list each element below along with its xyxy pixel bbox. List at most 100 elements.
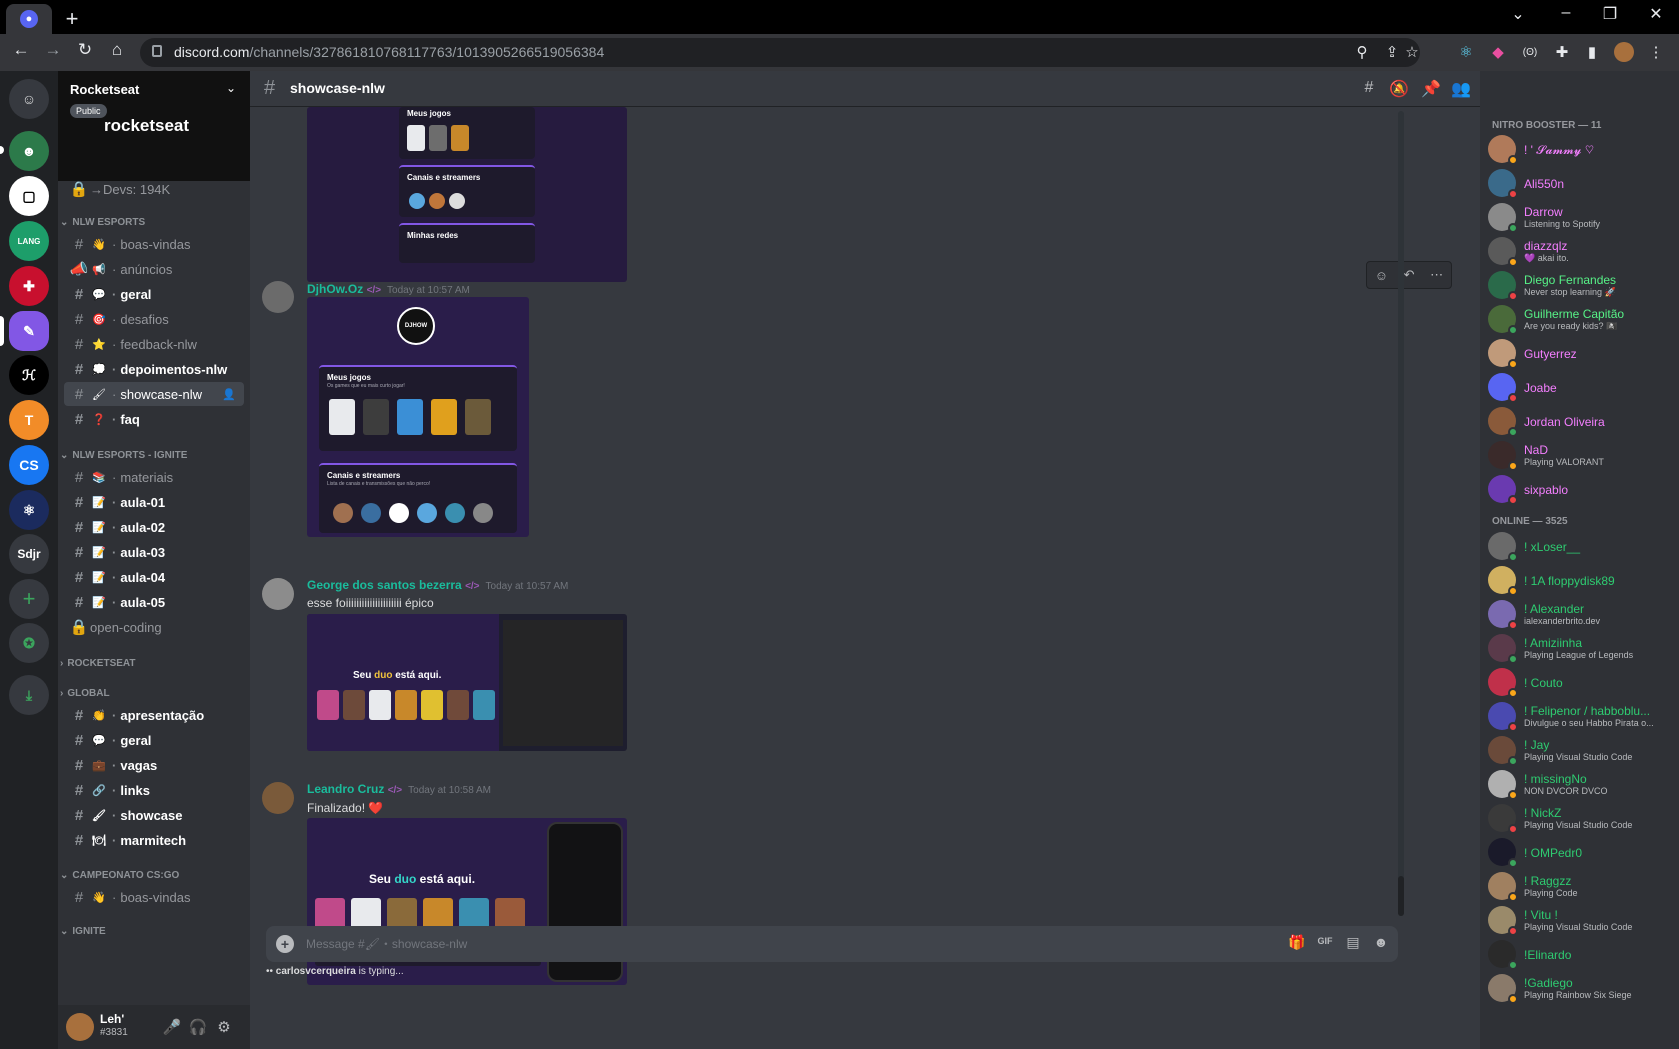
message-image-previous[interactable]: Meus jogos Canais e streamers Minhas red… — [307, 107, 627, 282]
category-ignite[interactable]: ⌄ IGNITE — [60, 926, 106, 937]
headphones-icon[interactable]: 🎧 — [188, 1018, 208, 1036]
member-item[interactable]: ! Raggzz Playing Code — [1488, 870, 1674, 904]
member-item[interactable]: ! 1A floppydisk89 — [1488, 564, 1674, 598]
avatar[interactable] — [262, 578, 294, 610]
mute-mic-icon[interactable]: 🎤 — [162, 1018, 182, 1036]
chat-scrollbar[interactable] — [1398, 111, 1404, 916]
channel-geral-global[interactable]: # 💬 · geral — [64, 728, 244, 752]
gift-icon[interactable]: 🎁 — [1286, 934, 1308, 951]
member-item[interactable]: Jordan Oliveira — [1488, 405, 1674, 439]
omnibox[interactable]: discord.com/channels/327861810768117763/… — [140, 38, 1420, 67]
discord-home-icon[interactable]: ☺ — [9, 79, 49, 119]
reload-button[interactable]: ↻ — [72, 40, 98, 60]
settings-gear-icon[interactable]: ⚙ — [214, 1018, 234, 1036]
server-icon-6[interactable]: ℋ — [9, 355, 49, 395]
member-item[interactable]: NaD Playing VALORANT — [1488, 439, 1674, 473]
cs-server-icon[interactable]: CS — [9, 445, 49, 485]
invite-icon[interactable]: 👤 — [222, 388, 236, 401]
channel-links[interactable]: # 🔗 · links — [64, 778, 244, 802]
member-item[interactable]: ! ' 𝓢𝓪𝓶𝓶𝔂 ♡ — [1488, 133, 1674, 167]
avatar[interactable] — [262, 281, 294, 313]
tensorflow-server-icon[interactable]: T — [9, 400, 49, 440]
member-list-icon[interactable]: 👥 — [1450, 79, 1472, 99]
uk-flag-server-icon[interactable]: ✚ — [9, 266, 49, 306]
bookmark-star-icon[interactable]: ☆ — [1402, 42, 1422, 62]
channel-devs-count[interactable]: 🔒 →Devs: 194K — [64, 177, 244, 201]
message-image[interactable]: Seu duo está aqui. — [307, 614, 627, 751]
sticker-icon[interactable]: ▤ — [1342, 934, 1364, 951]
channel-depoimentos-nlw[interactable]: # 💭 · depoimentos-nlw — [64, 357, 244, 381]
channel-aula-04[interactable]: # 📝 · aula-04 — [64, 565, 244, 589]
channel-aula-05[interactable]: # 📝 · aula-05 — [64, 590, 244, 614]
message-author[interactable]: DjhOw.Oz </> Today at 10:57 AM — [307, 282, 470, 296]
member-item[interactable]: ! Vitu ! Playing Visual Studio Code — [1488, 904, 1674, 938]
add-server-icon[interactable]: + — [9, 579, 49, 619]
member-item[interactable]: Guilherme Capitão Are you ready kids? 🏴‍☠… — [1488, 303, 1674, 337]
member-item[interactable]: ! Jay Playing Visual Studio Code — [1488, 734, 1674, 768]
channel-showcase[interactable]: # 🖌 · showcase — [64, 803, 244, 827]
channel-showcase-nlw[interactable]: # 🖌 · showcase-nlw 👤 — [64, 382, 244, 406]
emoji-picker-icon[interactable]: ☻ — [1370, 934, 1392, 950]
rocketseat-server-icon[interactable]: ✎ — [9, 311, 49, 351]
more-options-icon[interactable]: ⋯ — [1430, 267, 1443, 283]
member-item[interactable]: ! Couto — [1488, 666, 1674, 700]
channel-aula-02[interactable]: # 📝 · aula-02 — [64, 515, 244, 539]
category-global[interactable]: › GLOBAL — [60, 688, 110, 699]
member-item[interactable]: ! xLoser__ — [1488, 530, 1674, 564]
channel-feedback-nlw[interactable]: # ⭐ · feedback-nlw — [64, 332, 244, 356]
reply-icon[interactable]: ↶ — [1404, 267, 1415, 283]
tab-search-icon[interactable]: ⌄ — [1498, 4, 1538, 24]
category-rocketseat[interactable]: › ROCKETSEAT — [60, 658, 136, 669]
member-item[interactable]: diazzqlz 💜 akai ito. — [1488, 235, 1674, 269]
extension-icon[interactable]: (ʘ) — [1520, 42, 1540, 62]
home-button[interactable]: ⌂ — [104, 40, 130, 60]
member-item[interactable]: ! Amiziinha Playing League of Legends — [1488, 632, 1674, 666]
channel-aula-01[interactable]: # 📝 · aula-01 — [64, 490, 244, 514]
channel-faq[interactable]: # ❓ · faq — [64, 407, 244, 431]
profile-avatar[interactable] — [1614, 42, 1634, 62]
close-window-button[interactable]: ✕ — [1636, 4, 1676, 24]
message-image[interactable]: DJHOW Meus jogos Os games que eu mais cu… — [307, 297, 529, 537]
channel-boas-vindas[interactable]: # 👋 · boas-vindas — [64, 232, 244, 256]
url-text[interactable]: discord.com/channels/327861810768117763/… — [174, 44, 604, 60]
member-item[interactable]: ! NickZ Playing Visual Studio Code — [1488, 802, 1674, 836]
member-item[interactable]: Gutyerrez — [1488, 337, 1674, 371]
share-icon[interactable]: ⇪ — [1382, 42, 1402, 62]
browser-tab[interactable]: ● — [6, 4, 52, 34]
react-server-icon[interactable]: ⚛ — [9, 490, 49, 530]
pin-icon[interactable]: 📌 — [1420, 79, 1442, 99]
threads-icon[interactable]: # — [1358, 79, 1380, 97]
sidebar-icon[interactable]: ▮ — [1582, 42, 1602, 62]
explore-servers-icon[interactable]: ✪ — [9, 623, 49, 663]
server-icon-1[interactable]: ☻ — [9, 131, 49, 171]
channel-anuncios[interactable]: 📣 📢 · anúncios — [64, 257, 244, 281]
server-icon-2[interactable]: ▢ — [9, 176, 49, 216]
member-item[interactable]: ! OMPedr0 — [1488, 836, 1674, 870]
minimize-button[interactable]: – — [1546, 4, 1586, 22]
channel-marmitech[interactable]: # 🍽 · marmitech — [64, 828, 244, 852]
member-item[interactable]: sixpablo — [1488, 473, 1674, 507]
new-tab-button[interactable]: + — [60, 6, 84, 32]
color-picker-extension-icon[interactable]: ◆ — [1488, 42, 1508, 62]
channel-open-coding[interactable]: 🔒 open-coding — [64, 615, 244, 639]
category-campeonato-csgo[interactable]: ⌄ CAMPEONATO CS:GO — [60, 870, 179, 881]
avatar[interactable] — [262, 782, 294, 814]
member-item[interactable]: !Elinardo — [1488, 938, 1674, 972]
member-item[interactable]: ! Alexander ialexanderbrito.dev — [1488, 598, 1674, 632]
channel-materiais[interactable]: # 📚 · materiais — [64, 465, 244, 489]
message-author[interactable]: Leandro Cruz </> Today at 10:58 AM — [307, 782, 491, 796]
browser-menu-icon[interactable]: ⋮ — [1646, 42, 1666, 62]
user-avatar[interactable] — [66, 1013, 94, 1041]
attach-plus-icon[interactable]: + — [276, 935, 294, 953]
member-item[interactable]: ! missingNo NON DVCOR DVCO — [1488, 768, 1674, 802]
gif-icon[interactable]: GIF — [1314, 936, 1336, 946]
react-devtools-icon[interactable]: ⚛ — [1456, 42, 1476, 62]
sdjr-server-icon[interactable]: Sdjr — [9, 534, 49, 574]
add-reaction-icon[interactable]: ☺ — [1375, 268, 1388, 283]
forward-button[interactable]: → — [40, 40, 66, 60]
zoom-icon[interactable]: ⚲ — [1352, 42, 1372, 62]
chevron-down-icon[interactable]: ⌄ — [226, 81, 236, 95]
channel-desafios[interactable]: # 🎯 · desafios — [64, 307, 244, 331]
restore-button[interactable]: ❐ — [1590, 4, 1630, 24]
download-apps-icon[interactable]: ⤓ — [9, 675, 49, 715]
